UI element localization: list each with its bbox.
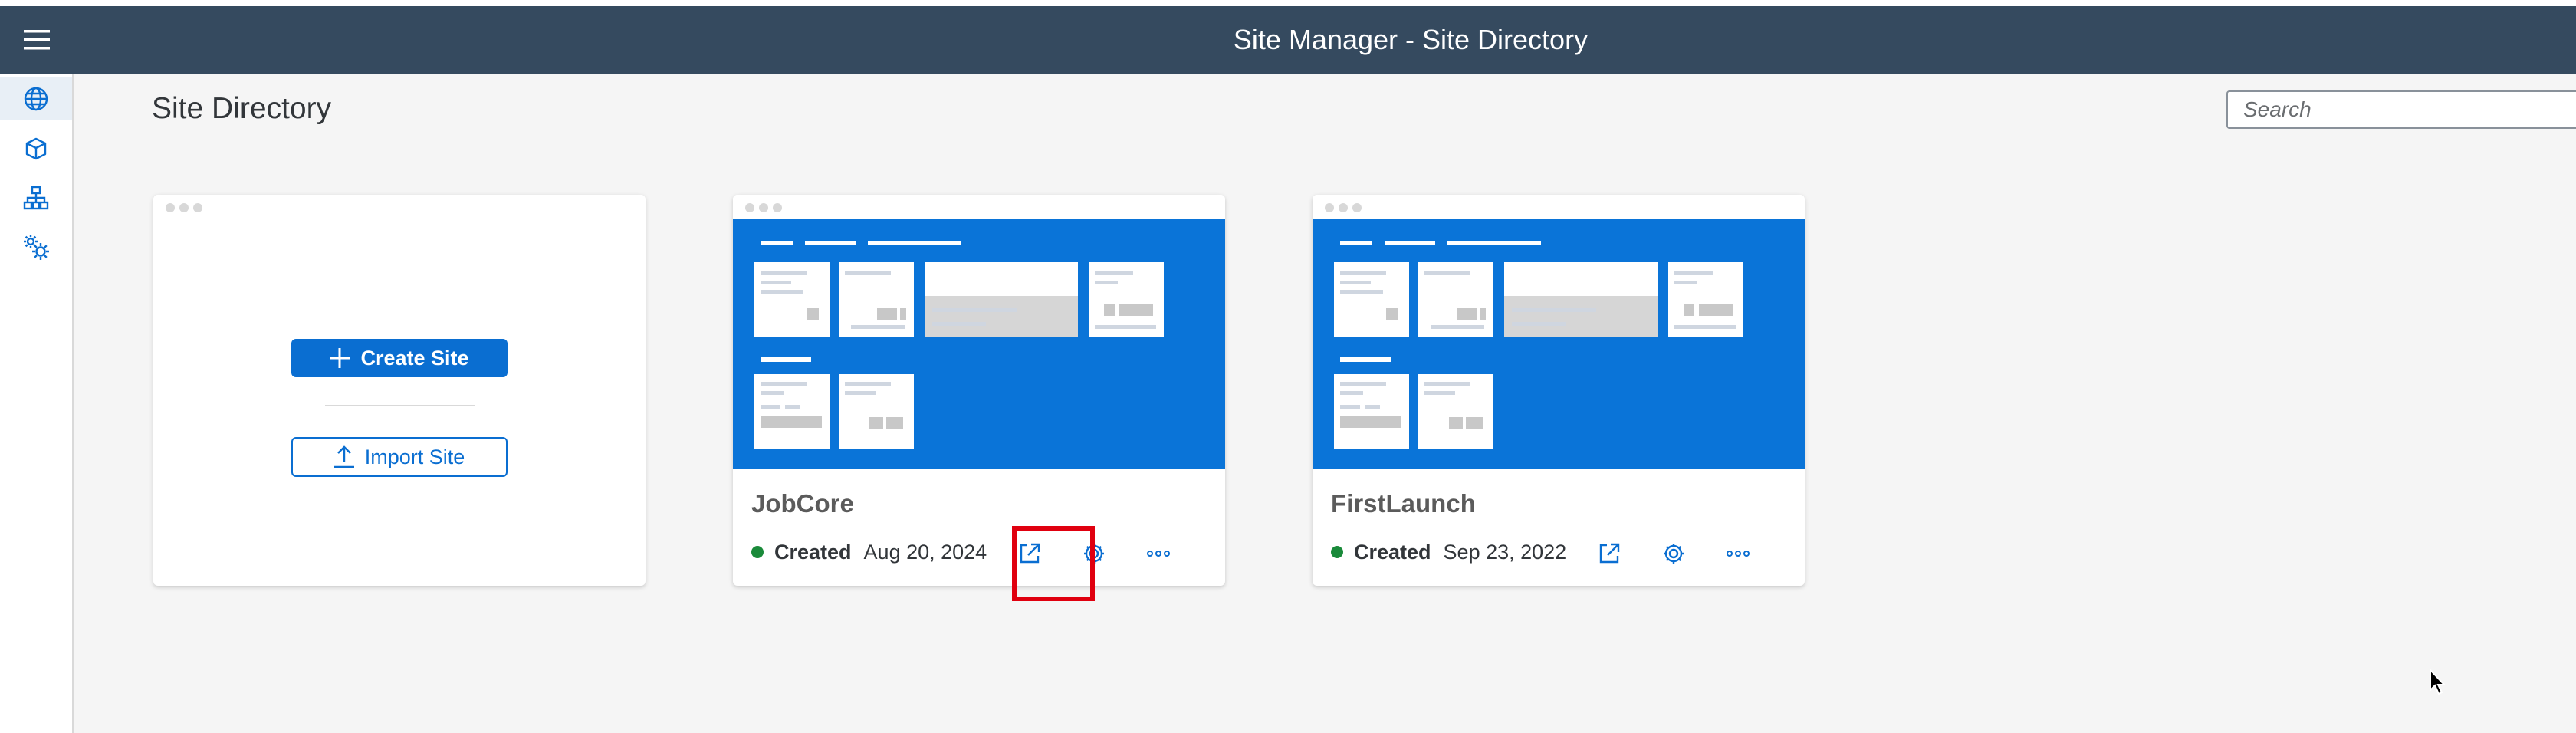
card-window-chrome [733,195,1225,219]
site-card-jobcore[interactable]: JobCore Created Aug 20, 2024 [733,195,1225,586]
settings-icon [1664,544,1684,564]
window-dot [1339,203,1348,212]
create-site-button[interactable]: Create Site [291,339,508,377]
window-dot [166,203,175,212]
main-content: Site Directory Create Site Import Site [74,74,2576,733]
overflow-icon [1147,551,1170,557]
add-icon [330,348,350,368]
settings-icon [1084,544,1104,564]
created-date: Aug 20, 2024 [863,540,987,564]
site-name[interactable]: FirstLaunch [1331,489,1476,518]
site-settings-button[interactable] [1654,538,1693,569]
shell-bar: Site Manager - Site Directory [0,6,2576,74]
settings-gears-icon [24,235,49,260]
card-window-chrome [153,195,646,219]
more-actions-button[interactable] [1719,538,1757,569]
create-site-card: Create Site Import Site [153,195,646,586]
site-preview-thumbnail[interactable] [733,219,1225,469]
nav-item-site-directory[interactable] [0,77,72,120]
status-label: Created [1354,540,1431,564]
search-field[interactable] [2226,90,2576,129]
launch-icon [1599,543,1620,564]
divider [325,405,475,406]
hierarchy-icon [23,186,49,210]
window-dot [759,203,768,212]
create-site-label: Create Site [360,346,469,370]
card-window-chrome [1313,195,1805,219]
launch-site-button[interactable] [1590,538,1628,569]
status-label: Created [774,540,852,564]
search-input[interactable] [2228,92,2576,127]
page-title: Site Directory [152,92,332,125]
created-date: Sep 23, 2022 [1443,540,1567,564]
import-site-label: Import Site [364,445,465,468]
site-card-firstlaunch[interactable]: FirstLaunch Created Sep 23, 2022 [1313,195,1805,586]
window-dot [1352,203,1362,212]
status-indicator-dot [751,546,764,558]
window-dot [1325,203,1334,212]
window-dot [193,203,202,212]
window-dot [745,203,754,212]
mouse-cursor-icon [2430,669,2446,695]
cube-icon [25,137,47,160]
site-name[interactable]: JobCore [751,489,854,518]
more-actions-button[interactable] [1139,538,1178,569]
nav-item-settings[interactable] [0,225,72,268]
overflow-icon [1727,551,1750,557]
launch-icon [1020,543,1040,564]
nav-item-hierarchy[interactable] [0,176,72,219]
window-dot [179,203,189,212]
upload-icon [334,445,354,468]
site-preview-thumbnail[interactable] [1313,219,1805,469]
import-site-button[interactable]: Import Site [291,437,508,477]
site-status: Created Sep 23, 2022 [1331,538,1566,566]
side-navigation [0,74,74,733]
globe-icon [24,87,48,111]
launch-site-button[interactable] [1010,538,1049,569]
window-dot [773,203,782,212]
nav-item-content[interactable] [0,127,72,170]
site-settings-button[interactable] [1075,538,1113,569]
app-title: Site Manager - Site Directory [1233,24,1589,55]
status-indicator-dot [1331,546,1343,558]
site-status: Created Aug 20, 2024 [751,538,987,566]
